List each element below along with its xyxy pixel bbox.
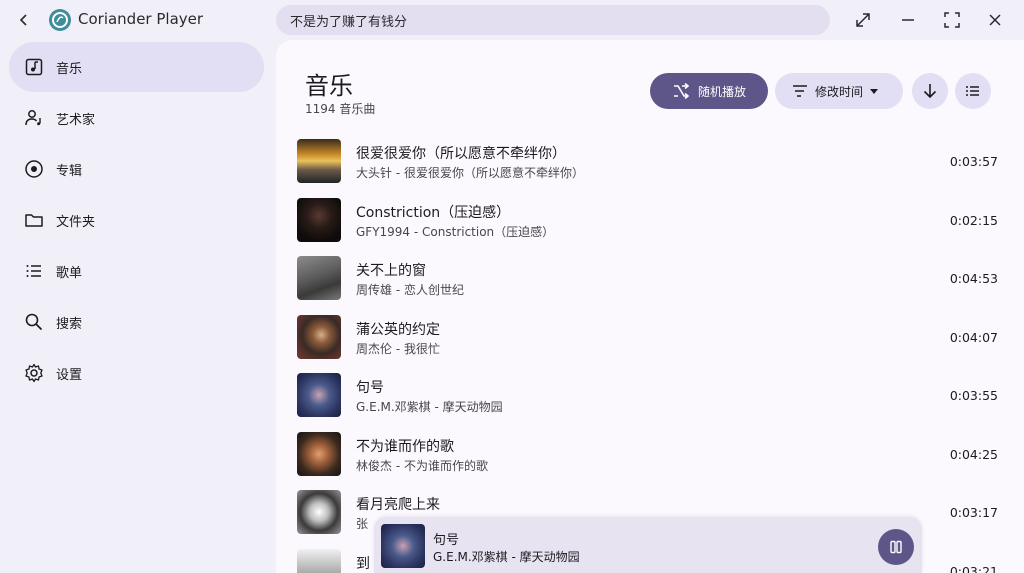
song-title: 看月亮爬上来 <box>356 497 440 513</box>
view-mode-button[interactable] <box>955 73 991 109</box>
fullscreen-icon <box>944 12 960 28</box>
sort-icon <box>793 85 807 97</box>
pause-icon <box>890 540 902 554</box>
song-row[interactable]: 关不上的窗 周传雄 - 恋人创世纪 0:04:53 <box>276 250 1024 309</box>
expand-button[interactable] <box>851 8 875 32</box>
song-artist-album: GFY1994 - Constriction（压迫感） <box>356 224 555 239</box>
song-artist-album: 林俊杰 - 不为谁而作的歌 <box>356 458 488 473</box>
close-button[interactable] <box>983 8 1007 32</box>
sidebar-item-artists[interactable]: 艺术家 <box>9 93 264 143</box>
dropdown-arrow-icon <box>870 89 879 94</box>
sidebar-item-label: 艺术家 <box>56 112 96 128</box>
song-duration: 0:04:07 <box>949 329 998 345</box>
song-row[interactable]: 不为谁而作的歌 林俊杰 - 不为谁而作的歌 0:04:25 <box>276 426 1024 485</box>
song-duration: 0:03:21 <box>949 563 998 573</box>
song-artist-album: 大头针 - 很爱很爱你（所以愿意不牵绊你） <box>356 166 584 180</box>
mini-player[interactable]: 句号 G.E.M.邓紫棋 - 摩天动物园 <box>374 517 922 573</box>
song-duration: 0:04:25 <box>949 446 998 462</box>
song-duration: 0:02:15 <box>949 212 998 228</box>
shuffle-icon <box>673 82 690 100</box>
song-title: 到 <box>356 555 370 572</box>
sidebar-item-label: 专辑 <box>56 163 83 179</box>
shuffle-label: 随机播放 <box>697 84 746 99</box>
sort-direction-button[interactable] <box>912 73 948 109</box>
close-icon <box>989 14 1001 26</box>
sort-label: 修改时间 <box>815 84 864 99</box>
title-bar: Coriander Player 不是为了赚了有钱分 <box>0 0 1024 40</box>
song-title: Constriction（压迫感） <box>356 204 511 221</box>
list-view-icon <box>966 86 979 96</box>
song-duration: 0:03:17 <box>949 505 998 520</box>
sidebar-item-albums[interactable]: 专辑 <box>9 144 264 194</box>
album-cover <box>297 548 341 573</box>
app-title: Coriander Player <box>78 10 204 28</box>
album-cover <box>297 431 341 476</box>
album-cover <box>297 197 341 242</box>
song-title: 蒲公英的约定 <box>356 321 440 338</box>
sidebar-item-label: 设置 <box>56 367 83 383</box>
search-input[interactable]: 不是为了赚了有钱分 <box>276 5 830 35</box>
song-duration: 0:03:57 <box>949 154 998 169</box>
song-title: 不为谁而作的歌 <box>356 438 454 455</box>
search-icon <box>24 312 44 332</box>
back-button[interactable] <box>12 8 36 32</box>
folder-icon <box>24 210 44 230</box>
fullscreen-button[interactable] <box>940 8 964 32</box>
album-icon <box>24 159 44 179</box>
song-title: 关不上的窗 <box>356 263 426 279</box>
sort-button[interactable]: 修改时间 <box>775 73 903 109</box>
sidebar-item-label: 搜索 <box>56 316 83 332</box>
expand-icon <box>856 13 870 27</box>
sidebar-item-music[interactable]: 音乐 <box>9 42 264 92</box>
artist-icon <box>24 108 44 128</box>
minimize-icon <box>902 19 914 21</box>
playlist-icon <box>24 261 44 281</box>
sidebar: 音乐 艺术家 专辑 文件夹 歌单 搜索 设置 <box>0 40 276 573</box>
chevron-left-icon <box>19 14 27 26</box>
song-artist-album: 周传雄 - 恋人创世纪 <box>356 283 464 297</box>
song-artist-album: 周杰伦 - 我很忙 <box>356 341 440 356</box>
now-playing-cover <box>381 524 425 568</box>
song-row[interactable]: 句号 G.E.M.邓紫棋 - 摩天动物园 0:03:55 <box>276 367 1024 426</box>
song-row[interactable]: 蒲公英的约定 周杰伦 - 我很忙 0:04:07 <box>276 309 1024 368</box>
album-cover <box>297 139 341 183</box>
song-duration: 0:04:53 <box>949 271 998 286</box>
song-row[interactable]: Constriction（压迫感） GFY1994 - Constriction… <box>276 192 1024 251</box>
now-playing-title: 句号 <box>433 533 460 548</box>
song-list: 很爱很爱你（所以愿意不牵绊你） 大头针 - 很爱很爱你（所以愿意不牵绊你） 0:… <box>276 133 1024 573</box>
arrow-down-icon <box>923 84 937 99</box>
now-playing-artist-album: G.E.M.邓紫棋 - 摩天动物园 <box>433 550 580 564</box>
sidebar-item-search[interactable]: 搜索 <box>9 297 264 347</box>
song-artist-album: 张 <box>356 517 369 531</box>
song-title: 很爱很爱你（所以愿意不牵绊你） <box>356 146 566 162</box>
sidebar-item-label: 歌单 <box>56 265 83 281</box>
music-note-icon <box>24 57 44 77</box>
settings-icon <box>24 363 44 383</box>
song-duration: 0:03:55 <box>949 388 998 403</box>
page-title: 音乐 <box>305 72 353 100</box>
minimize-button[interactable] <box>896 8 920 32</box>
song-artist-album: G.E.M.邓紫棋 - 摩天动物园 <box>356 400 503 414</box>
app-logo-icon <box>49 9 71 31</box>
sidebar-item-playlists[interactable]: 歌单 <box>9 246 264 296</box>
shuffle-play-button[interactable]: 随机播放 <box>650 73 768 109</box>
sidebar-item-label: 文件夹 <box>56 214 96 230</box>
album-cover <box>297 256 341 300</box>
pause-button[interactable] <box>878 529 914 565</box>
song-title: 句号 <box>356 380 384 396</box>
album-cover <box>297 490 341 534</box>
album-cover <box>297 314 341 359</box>
song-row[interactable]: 很爱很爱你（所以愿意不牵绊你） 大头针 - 很爱很爱你（所以愿意不牵绊你） 0:… <box>276 133 1024 192</box>
main-panel: 音乐 1194 音乐曲 随机播放 修改时间 很爱很爱你（所以愿意不牵绊你） 大头… <box>276 40 1024 573</box>
sidebar-item-settings[interactable]: 设置 <box>9 348 264 398</box>
song-count: 1194 音乐曲 <box>305 102 376 116</box>
search-value: 不是为了赚了有钱分 <box>290 14 408 30</box>
sidebar-item-folders[interactable]: 文件夹 <box>9 195 264 245</box>
album-cover <box>297 373 341 417</box>
sidebar-item-label: 音乐 <box>56 61 83 77</box>
